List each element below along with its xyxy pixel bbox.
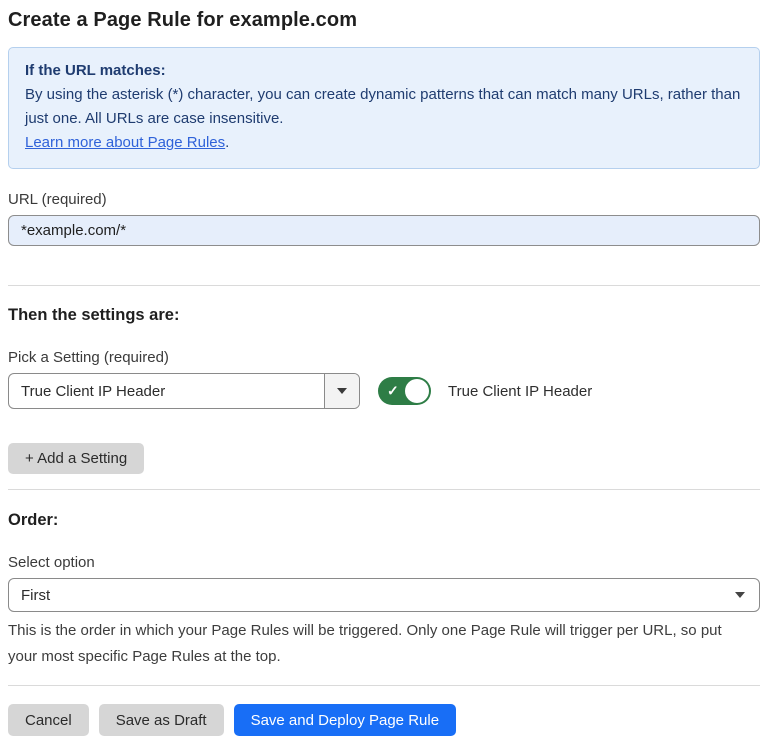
- info-box-heading: If the URL matches:: [25, 59, 743, 83]
- divider: [8, 489, 760, 490]
- add-setting-button[interactable]: + Add a Setting: [8, 443, 144, 474]
- check-icon: ✓: [387, 384, 399, 398]
- chevron-down-icon: [337, 388, 347, 394]
- order-help-text: This is the order in which your Page Rul…: [8, 618, 753, 670]
- true-client-ip-toggle[interactable]: ✓: [378, 377, 431, 405]
- order-heading: Order:: [8, 511, 760, 530]
- order-select[interactable]: First: [8, 578, 760, 612]
- learn-more-link[interactable]: Learn more about Page Rules: [25, 134, 225, 151]
- cancel-button[interactable]: Cancel: [8, 704, 89, 736]
- order-select-value: First: [21, 587, 50, 604]
- url-input[interactable]: [8, 215, 760, 246]
- info-box-body: By using the asterisk (*) character, you…: [25, 83, 743, 131]
- settings-heading: Then the settings are:: [8, 306, 760, 325]
- toggle-label: True Client IP Header: [448, 383, 592, 400]
- setting-picker-label: Pick a Setting (required): [8, 349, 760, 366]
- info-box: If the URL matches: By using the asteris…: [8, 47, 760, 169]
- setting-picker-value: True Client IP Header: [9, 374, 324, 408]
- setting-picker-caret-box[interactable]: [324, 374, 359, 408]
- divider: [8, 685, 760, 686]
- divider: [8, 285, 760, 286]
- chevron-down-icon: [735, 592, 745, 598]
- setting-picker-row: True Client IP Header ✓ True Client IP H…: [8, 373, 760, 409]
- page-title: Create a Page Rule for example.com: [8, 9, 760, 32]
- toggle-wrap: ✓ True Client IP Header: [378, 377, 592, 405]
- url-label: URL (required): [8, 191, 760, 208]
- footer-actions: Cancel Save as Draft Save and Deploy Pag…: [8, 704, 760, 736]
- save-draft-button[interactable]: Save as Draft: [99, 704, 224, 736]
- link-suffix: .: [225, 134, 229, 151]
- order-select-label: Select option: [8, 554, 760, 571]
- save-deploy-button[interactable]: Save and Deploy Page Rule: [234, 704, 456, 736]
- page: Create a Page Rule for example.com If th…: [0, 0, 769, 736]
- setting-picker-select[interactable]: True Client IP Header: [8, 373, 360, 409]
- info-box-link-line: Learn more about Page Rules.: [25, 131, 743, 155]
- toggle-knob: [405, 379, 429, 403]
